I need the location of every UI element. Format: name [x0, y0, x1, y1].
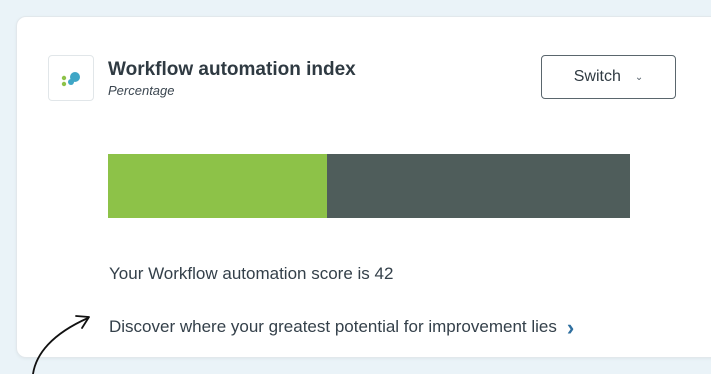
- hand-drawn-arrow-icon: [32, 315, 90, 374]
